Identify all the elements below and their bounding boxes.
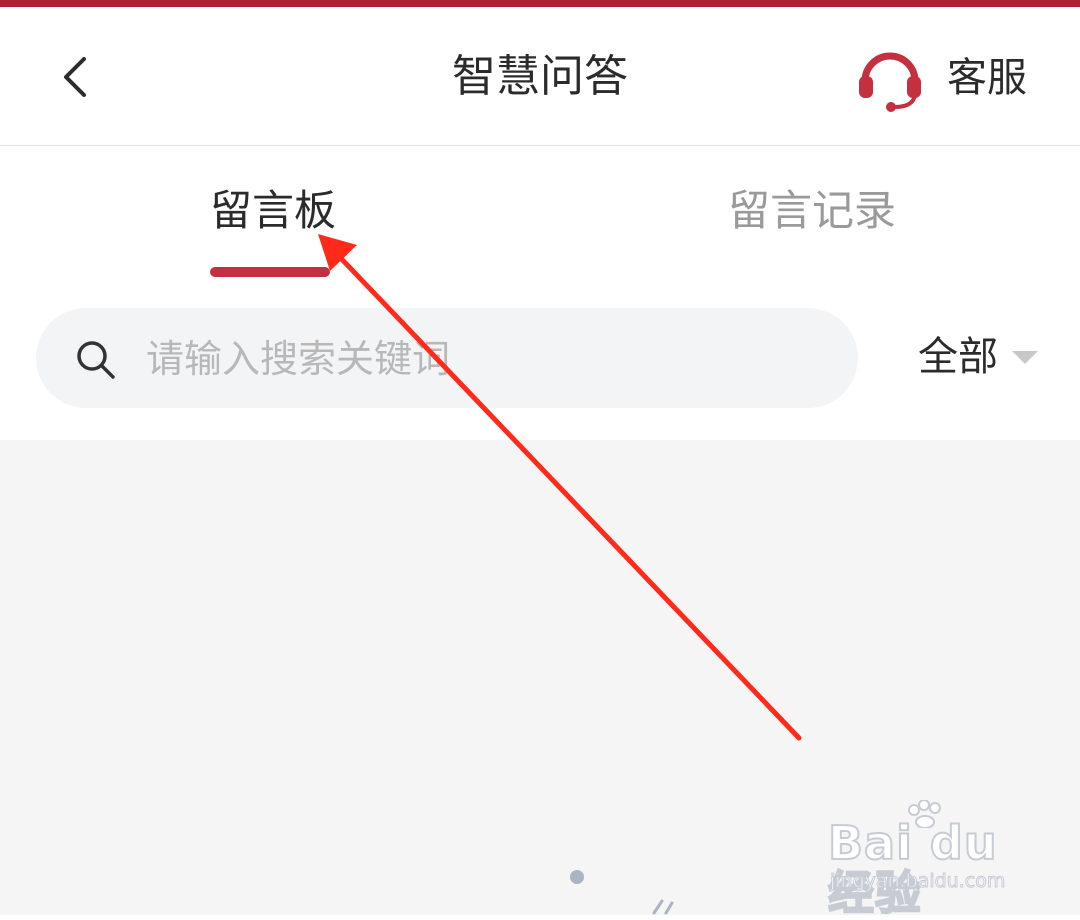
watermark-brand: Bai du 经验 bbox=[827, 816, 998, 920]
chevron-left-icon bbox=[64, 57, 86, 97]
watermark-url: jingyan.baidu.com bbox=[829, 870, 1006, 893]
watermark: Bai du 经验 jingyan.baidu.com bbox=[827, 800, 1028, 919]
status-bar-strip bbox=[0, 0, 1080, 7]
page-title: 智慧问答 bbox=[452, 51, 628, 102]
dropdown-triangle-icon bbox=[1012, 350, 1038, 364]
headset-icon bbox=[859, 52, 921, 112]
loading-dot bbox=[570, 870, 584, 884]
category-filter-dropdown[interactable]: 全部 bbox=[918, 322, 1038, 392]
search-row: 全部 bbox=[0, 292, 1080, 440]
search-box[interactable] bbox=[36, 308, 858, 408]
loading-spinner-icon bbox=[652, 899, 674, 915]
tab-message-board[interactable]: 留言板 bbox=[210, 184, 336, 238]
active-tab-indicator bbox=[210, 267, 330, 277]
back-button[interactable] bbox=[40, 37, 110, 117]
search-icon bbox=[77, 341, 115, 379]
customer-service-button[interactable]: 客服 bbox=[855, 43, 1027, 113]
tab-message-records[interactable]: 留言记录 bbox=[728, 184, 896, 238]
app-header: 智慧问答 客服 bbox=[0, 7, 1080, 146]
tab-bar: 留言板 留言记录 bbox=[0, 146, 1080, 292]
customer-service-label: 客服 bbox=[947, 55, 1027, 101]
filter-selected-label: 全部 bbox=[918, 334, 998, 380]
search-input[interactable] bbox=[144, 326, 828, 392]
